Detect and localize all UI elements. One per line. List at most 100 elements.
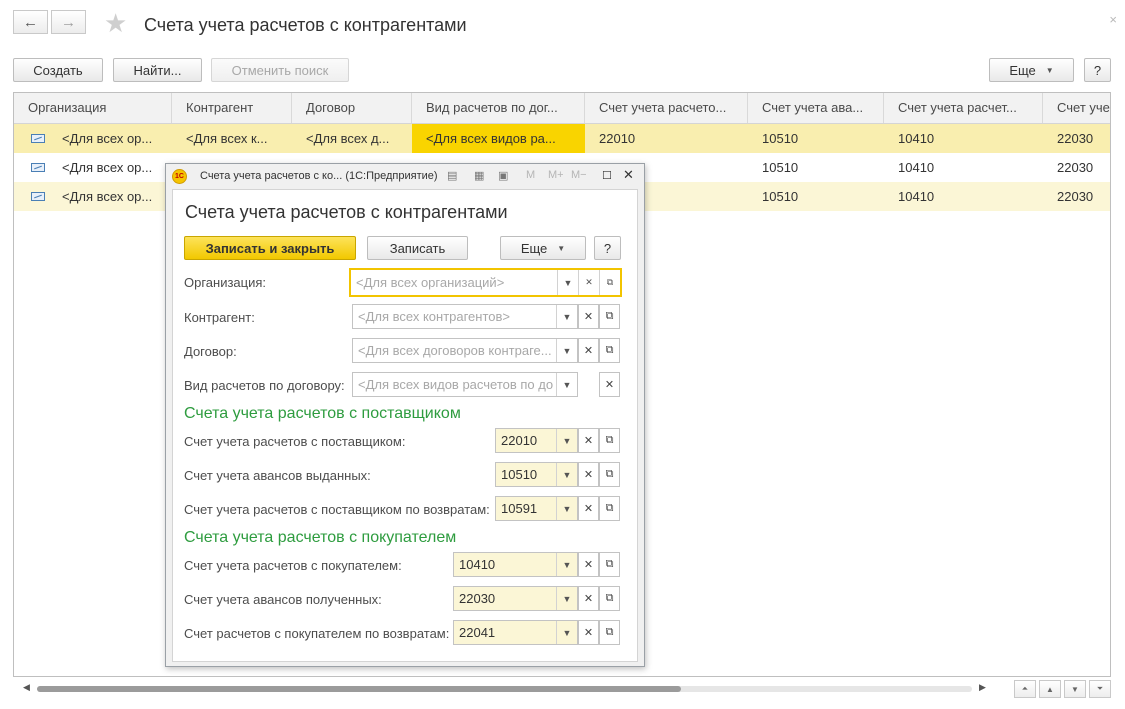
memory-m-icon[interactable]: M (526, 169, 535, 181)
dropdown-chevron-icon[interactable]: ▼ (556, 339, 577, 362)
buyer-account-value: 10410 (459, 557, 496, 572)
scroll-right-icon[interactable]: ▶ (979, 682, 986, 693)
dialog-titlebar[interactable]: 1С Счета учета расчетов с ко... (1С:Пред… (166, 164, 644, 188)
open-icon[interactable]: ⧉ (599, 428, 620, 453)
open-icon[interactable]: ⧉ (599, 304, 620, 329)
cancel-search-button[interactable]: Отменить поиск (211, 58, 349, 82)
organization-field[interactable]: <Для всех организаций> ▼ ✕ ⧉ (349, 268, 622, 297)
clear-icon[interactable]: ✕ (599, 372, 620, 397)
dropdown-chevron-icon[interactable]: ▼ (556, 553, 577, 576)
dropdown-chevron-icon[interactable]: ▼ (556, 373, 577, 396)
maximize-icon[interactable]: ☐ (602, 169, 612, 182)
open-icon[interactable]: ⧉ (599, 496, 620, 521)
more-button[interactable]: Еще ▼ (500, 236, 586, 260)
scroll-up-button[interactable]: ▲ (1039, 680, 1061, 698)
table-cell: 22030 (1057, 160, 1094, 175)
column-header[interactable]: Контрагент (172, 93, 292, 123)
table-cell: 10410 (898, 131, 935, 146)
column-header[interactable]: Вид расчетов по дог... (412, 93, 585, 123)
supplier-account-label: Счет учета расчетов с поставщиком: (184, 434, 406, 449)
clear-icon[interactable]: ✕ (578, 338, 599, 363)
column-header[interactable]: Договор (292, 93, 412, 123)
contract-field[interactable]: <Для всех договоров контраге... ▼ (352, 338, 578, 363)
help-button[interactable]: ? (1084, 58, 1111, 82)
clear-icon[interactable]: ✕ (578, 620, 599, 645)
scroll-down-button[interactable]: ▼ (1064, 680, 1086, 698)
calendar-icon[interactable]: ▣ (498, 169, 508, 182)
create-button[interactable]: Создать (13, 58, 103, 82)
table-cell: <Для всех ор... (62, 131, 153, 146)
find-button[interactable]: Найти... (113, 58, 202, 82)
dropdown-chevron-icon[interactable]: ▼ (557, 270, 578, 295)
favorite-star-icon[interactable]: ★ (104, 10, 127, 36)
open-icon[interactable]: ⧉ (599, 338, 620, 363)
buyer-returns-label: Счет расчетов с покупателем по возвратам… (184, 626, 450, 641)
advances-issued-value: 10510 (501, 467, 538, 482)
column-header[interactable]: Счет уче (1043, 93, 1110, 123)
table-row[interactable]: <Для всех ор... <Для всех к... <Для всех… (14, 124, 1110, 153)
back-button[interactable]: ← (13, 10, 48, 34)
memory-plus-icon[interactable]: M+ (548, 169, 564, 181)
open-icon[interactable]: ⧉ (599, 462, 620, 487)
clear-icon[interactable]: ✕ (578, 270, 599, 295)
dropdown-chevron-icon[interactable]: ▼ (556, 621, 577, 644)
clear-icon[interactable]: ✕ (578, 552, 599, 577)
forward-button[interactable]: → (51, 10, 86, 34)
table-cell: 10510 (762, 131, 799, 146)
scroll-thumb[interactable] (37, 686, 681, 692)
memory-minus-icon[interactable]: M− (571, 169, 587, 181)
save-button[interactable]: Записать (367, 236, 468, 260)
column-header[interactable]: Организация (14, 93, 172, 123)
dropdown-chevron-icon[interactable]: ▼ (556, 429, 577, 452)
counterparty-field[interactable]: <Для всех контрагентов> ▼ (352, 304, 578, 329)
settlement-type-field[interactable]: <Для всех видов расчетов по дог... ▼ (352, 372, 578, 397)
chevron-down-icon: ▼ (1045, 65, 1054, 75)
advances-issued-field[interactable]: 10510 ▼ (495, 462, 578, 487)
table-cell: 10410 (898, 160, 935, 175)
open-icon[interactable]: ⧉ (599, 586, 620, 611)
supplier-returns-label: Счет учета расчетов с поставщиком по воз… (184, 502, 490, 517)
column-header[interactable]: Счет учета расчет... (884, 93, 1043, 123)
table-cell: <Для всех ор... (62, 189, 153, 204)
dropdown-chevron-icon[interactable]: ▼ (556, 497, 577, 520)
open-icon[interactable]: ⧉ (599, 620, 620, 645)
buyer-returns-field[interactable]: 22041 ▼ (453, 620, 578, 645)
close-icon[interactable]: ✕ (623, 167, 634, 183)
chevron-down-icon: ▼ (557, 243, 566, 253)
column-header[interactable]: Счет учета ава... (748, 93, 884, 123)
help-button[interactable]: ? (594, 236, 621, 260)
table-cell: 10410 (898, 189, 935, 204)
save-and-close-button[interactable]: Записать и закрыть (184, 236, 356, 260)
clear-icon[interactable]: ✕ (578, 428, 599, 453)
dropdown-chevron-icon[interactable]: ▼ (556, 305, 577, 328)
more-button[interactable]: Еще ▼ (989, 58, 1074, 82)
clear-icon[interactable]: ✕ (578, 586, 599, 611)
print-icon[interactable]: ▤ (447, 169, 457, 182)
horizontal-scrollbar[interactable]: ◀ ▶ ⏶ ▲ ▼ ⏷ (13, 677, 1111, 699)
record-icon (31, 134, 45, 143)
page-title: Счета учета расчетов с контрагентами (144, 15, 467, 35)
supplier-account-field[interactable]: 22010 ▼ (495, 428, 578, 453)
table-cell-focused[interactable]: <Для всех видов ра... (412, 124, 585, 153)
dialog-heading: Счета учета расчетов с контрагентами (185, 202, 508, 222)
buyer-returns-value: 22041 (459, 625, 496, 640)
advances-received-field[interactable]: 22030 ▼ (453, 586, 578, 611)
clear-icon[interactable]: ✕ (578, 496, 599, 521)
buyer-account-field[interactable]: 10410 ▼ (453, 552, 578, 577)
open-icon[interactable]: ⧉ (599, 270, 620, 295)
column-header[interactable]: Счет учета расчето... (585, 93, 748, 123)
scroll-left-icon[interactable]: ◀ (23, 682, 30, 693)
dropdown-chevron-icon[interactable]: ▼ (556, 587, 577, 610)
calculator-icon[interactable]: ▦ (474, 169, 484, 182)
close-icon[interactable]: × (1109, 12, 1117, 27)
dropdown-chevron-icon[interactable]: ▼ (556, 463, 577, 486)
supplier-returns-field[interactable]: 10591 ▼ (495, 496, 578, 521)
advances-issued-label: Счет учета авансов выданных: (184, 468, 371, 483)
scroll-top-button[interactable]: ⏶ (1014, 680, 1036, 698)
clear-icon[interactable]: ✕ (578, 304, 599, 329)
record-dialog: 1С Счета учета расчетов с ко... (1С:Пред… (165, 163, 645, 667)
table-cell: 22010 (599, 131, 636, 146)
scroll-bottom-button[interactable]: ⏷ (1089, 680, 1111, 698)
clear-icon[interactable]: ✕ (578, 462, 599, 487)
open-icon[interactable]: ⧉ (599, 552, 620, 577)
